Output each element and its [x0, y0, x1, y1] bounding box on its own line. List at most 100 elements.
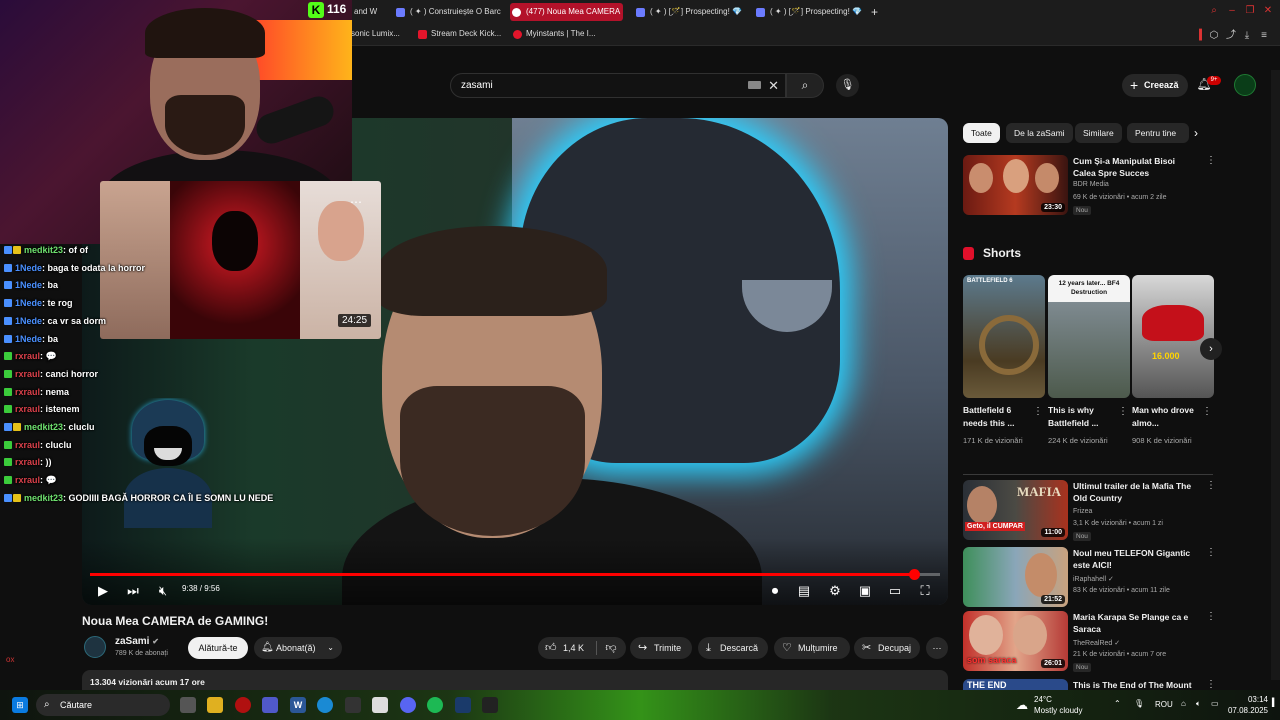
more-vertical-icon[interactable]: ⋮: [1206, 611, 1216, 622]
weather-cloud-icon[interactable]: ☁: [1014, 697, 1030, 713]
teams-icon[interactable]: [262, 697, 278, 713]
opera-gx-icon[interactable]: [235, 697, 251, 713]
browser-tab-active[interactable]: (477) Noua Mea CAMERA: [510, 3, 623, 21]
windows-start-icon[interactable]: ⊞: [12, 697, 28, 713]
more-vertical-icon[interactable]: ⋮: [1206, 547, 1216, 558]
create-button[interactable]: + Creează: [1122, 74, 1188, 97]
autoplay-toggle[interactable]: ⏺: [764, 581, 786, 601]
fullscreen-button[interactable]: ⛶: [916, 581, 934, 601]
next-button[interactable]: ⏭: [124, 581, 142, 601]
dislike-button[interactable]: 👎︎: [600, 637, 622, 659]
short-item[interactable]: 12 years later... BF4 Destruction This i…: [1048, 275, 1130, 445]
share-icon[interactable]: ⤴: [1225, 30, 1237, 42]
tray-overflow-chevron-icon[interactable]: ⌃: [1114, 699, 1121, 708]
clip-button[interactable]: ✂ Decupaj: [854, 637, 920, 659]
steam-icon[interactable]: [455, 697, 471, 713]
chat-username[interactable]: rxraul: [15, 404, 40, 414]
thanks-button[interactable]: ♡ Mulțumire: [774, 637, 850, 659]
chat-username[interactable]: 1Nede: [15, 280, 42, 290]
more-vertical-icon[interactable]: ⋮: [1033, 406, 1043, 417]
network-icon[interactable]: ⌂: [1181, 699, 1186, 708]
chip-all[interactable]: Toate: [963, 123, 1000, 143]
battery-icon[interactable]: ▭: [1211, 699, 1219, 708]
short-item[interactable]: BATTLEFIELD 6 Battlefield 6 needs this .…: [963, 275, 1045, 445]
more-vertical-icon[interactable]: ⋮: [1206, 155, 1216, 166]
spotify-icon[interactable]: [427, 697, 443, 713]
subscribed-button[interactable]: 🔔︎ Abonat(ă) ⌄: [254, 637, 342, 659]
keyboard-icon[interactable]: [748, 81, 761, 89]
page-scrollbar[interactable]: [1271, 70, 1280, 680]
chat-username[interactable]: rxraul: [15, 475, 40, 485]
browser-tab[interactable]: ( ✦ ) [🪄] Prospecting! 💎: [634, 3, 744, 21]
bookmark-item[interactable]: Stream Deck Kick...: [418, 29, 501, 39]
description-box[interactable]: 13.304 vizionări acum 17 ore: [82, 670, 948, 692]
more-vertical-icon[interactable]: ⋮: [1118, 406, 1128, 417]
app-icon[interactable]: [482, 697, 498, 713]
more-vertical-icon[interactable]: ⋮: [1206, 679, 1213, 690]
extensions-icon[interactable]: ⬡: [1208, 30, 1220, 42]
chip-from-channel[interactable]: De la zaSami: [1006, 123, 1073, 143]
task-view-icon[interactable]: [180, 697, 196, 713]
close-window-icon[interactable]: ✕: [1262, 5, 1274, 17]
microphone-tray-icon[interactable]: 🎙: [1134, 699, 1144, 708]
search-tabs-icon[interactable]: ⌕: [1208, 5, 1220, 17]
more-actions-button[interactable]: ⋯: [926, 637, 948, 659]
maximize-icon[interactable]: ❐: [1244, 5, 1256, 17]
voice-search-button[interactable]: 🎙: [836, 74, 859, 97]
progress-bar[interactable]: [90, 569, 940, 580]
chat-username[interactable]: 1Nede: [15, 298, 42, 308]
taskbar-search[interactable]: ⌕ Căutare: [36, 694, 170, 716]
clear-search-icon[interactable]: ✕: [768, 78, 779, 94]
recommended-video[interactable]: 21:52 Noul meu TELEFON Gigantic este AIC…: [963, 547, 1216, 609]
miniplayer-button[interactable]: ▣: [856, 581, 874, 601]
browser-tab[interactable]: ( ✦ ) Construiește O Barc: [394, 3, 502, 21]
chat-username[interactable]: rxraul: [15, 457, 40, 467]
account-avatar[interactable]: [1234, 74, 1256, 96]
search-input[interactable]: zasami ✕: [450, 73, 786, 98]
progress-scrubber-handle[interactable]: [908, 569, 920, 580]
chat-username[interactable]: 1Nede: [15, 334, 42, 344]
more-vertical-icon[interactable]: ⋮: [1206, 480, 1216, 491]
miniplayer-menu-icon[interactable]: ⋯: [350, 195, 362, 209]
mute-button[interactable]: 🔇︎: [154, 581, 172, 601]
minimize-icon[interactable]: –: [1226, 5, 1238, 17]
short-item[interactable]: 16.000 Man who drove almo... 908 K de vi…: [1132, 275, 1214, 445]
channel-name[interactable]: zaSami ✔: [115, 636, 159, 647]
channel-avatar[interactable]: [84, 636, 106, 658]
chat-username[interactable]: 1Nede: [15, 263, 42, 273]
recommended-video[interactable]: MAFIA Geto, il CUMPAR 11:00 Ultimul trai…: [963, 480, 1216, 542]
download-button[interactable]: ⤓ Descarcă: [698, 637, 768, 659]
new-tab-button[interactable]: +: [868, 3, 884, 21]
share-button[interactable]: ↪ Trimite: [630, 637, 692, 659]
discord-icon[interactable]: [400, 697, 416, 713]
chip-for-you[interactable]: Pentru tine: [1127, 123, 1189, 143]
chat-username[interactable]: medkit23: [24, 245, 63, 255]
chat-username[interactable]: 1Nede: [15, 316, 42, 326]
play-button[interactable]: ▶: [94, 581, 112, 601]
notification-center-icon[interactable]: ▍: [1272, 698, 1278, 707]
chat-username[interactable]: rxraul: [15, 351, 40, 361]
bookmark-item[interactable]: Myinstants | The I...: [513, 29, 596, 39]
browser-menu-icon[interactable]: ≡: [1258, 30, 1270, 42]
unity-icon[interactable]: [345, 697, 361, 713]
settings-button[interactable]: ⚙: [826, 581, 844, 601]
chat-username[interactable]: rxraul: [15, 387, 40, 397]
recommended-video[interactable]: 23:30 Cum Și-a Manipulat Bisoi Calea Spr…: [963, 155, 1216, 217]
file-explorer-icon[interactable]: [207, 697, 223, 713]
join-button[interactable]: Alătură-te: [188, 637, 248, 659]
chat-username[interactable]: rxraul: [15, 369, 40, 379]
download-icon[interactable]: ⤓: [1241, 30, 1253, 42]
chip-related[interactable]: Similare: [1075, 123, 1122, 143]
more-vertical-icon[interactable]: ⋮: [1202, 406, 1212, 417]
search-button[interactable]: ⌕: [786, 73, 824, 98]
recommended-video[interactable]: som saraca 26:01 Maria Karapa Se Plange …: [963, 611, 1216, 673]
theater-mode-button[interactable]: ▭: [886, 581, 904, 601]
edge-icon[interactable]: [317, 697, 333, 713]
recommended-video[interactable]: THE END This is The End of The Mount ⋮: [963, 679, 1213, 690]
subtitles-button[interactable]: ▤: [795, 581, 813, 601]
browser-tab[interactable]: ( ✦ ) [🪄] Prospecting! 💎: [754, 3, 862, 21]
shorts-next-button[interactable]: ›: [1200, 338, 1222, 360]
chat-username[interactable]: rxraul: [15, 440, 40, 450]
store-icon[interactable]: [372, 697, 388, 713]
chat-username[interactable]: medkit23: [24, 493, 63, 503]
